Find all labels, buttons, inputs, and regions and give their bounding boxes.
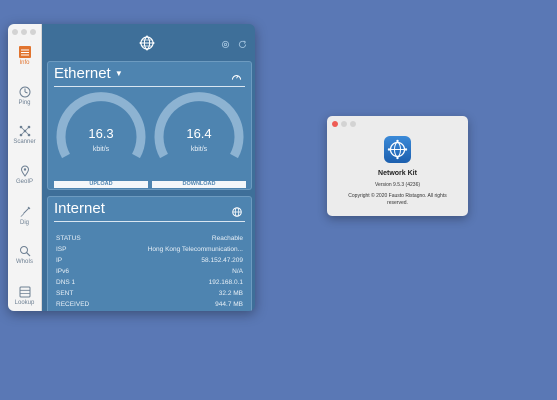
stat-value: Reachable (211, 235, 243, 242)
close-button[interactable] (12, 29, 18, 35)
app-version: Version 9.5.3 (4236) (374, 182, 421, 188)
sidebar-item-label: Dig (19, 220, 29, 226)
settings-icon[interactable] (221, 40, 230, 49)
minimize-button[interactable] (21, 29, 27, 35)
location-pin-icon (20, 165, 29, 177)
sidebar: Info Ping Scanner GeoIP Dig WhoIs Lookup (8, 24, 42, 311)
stat-key: IPv6 (56, 268, 70, 275)
stat-key: SENT (56, 290, 74, 297)
network-kit-logo-icon (387, 139, 408, 160)
download-gauge: 16.4 kbit/s (152, 92, 246, 162)
upload-gauge: 16.3 kbit/s (54, 92, 148, 162)
zoom-button[interactable] (350, 121, 356, 127)
stat-key: DNS 1 (56, 279, 76, 286)
upload-speed-value: 16.3 (88, 126, 114, 141)
download-speed-unit: kbit/s (190, 146, 208, 153)
app-icon (384, 136, 411, 163)
stat-key: IP (56, 257, 63, 264)
info-icon (18, 46, 31, 58)
sidebar-item-info[interactable]: Info (8, 46, 41, 67)
copyright-text: Copyright © 2020 Fausto Ristagno. All ri… (348, 193, 447, 206)
main-content: Ethernet ▼ 16.3 kbit/s 16.4 kbit/s UPLOA… (42, 24, 255, 311)
about-window: Network Kit Version 9.5.3 (4236) Copyrig… (327, 116, 468, 216)
sidebar-item-whois[interactable]: WhoIs (8, 245, 41, 266)
upload-speed-unit: kbit/s (92, 146, 110, 153)
shovel-icon (20, 206, 30, 217)
stat-value: 944.7 MB (215, 301, 243, 308)
chevron-down-icon: ▼ (114, 69, 123, 78)
window-controls (332, 121, 356, 127)
stat-row-ipv6: IPv6 N/A (56, 267, 243, 277)
stat-row-isp: ISP Hong Kong Telecommunication... (56, 245, 243, 255)
sidebar-item-geoip[interactable]: GeoIP (8, 165, 41, 186)
download-speed-value: 16.4 (186, 126, 212, 141)
sidebar-item-label: GeoIP (15, 179, 33, 185)
stat-key: ISP (56, 246, 67, 253)
sidebar-item-label: Lookup (14, 300, 35, 306)
divider (54, 221, 245, 222)
sidebar-item-dig[interactable]: Dig (8, 206, 41, 227)
stat-value: Hong Kong Telecommunication... (147, 246, 243, 253)
lookup-icon (19, 286, 30, 298)
scanner-icon (19, 125, 30, 137)
network-kit-logo-icon (139, 35, 155, 51)
upload-label: UPLOAD (54, 181, 148, 188)
stat-value: 192.168.0.1 (208, 279, 243, 286)
download-label: DOWNLOAD (152, 181, 246, 188)
close-button[interactable] (332, 121, 338, 127)
sidebar-item-label: Scanner (13, 139, 36, 145)
speedometer-icon[interactable] (231, 72, 242, 81)
stat-row-sent: SENT 32.2 MB (56, 289, 243, 299)
stat-row-dns1: DNS 1 192.168.0.1 (56, 278, 243, 288)
ping-icon (19, 86, 30, 98)
stat-key: RECEIVED (56, 301, 90, 308)
zoom-button[interactable] (30, 29, 36, 35)
sidebar-item-ping[interactable]: Ping (8, 86, 41, 107)
globe-icon[interactable] (232, 207, 242, 217)
divider (54, 86, 245, 87)
internet-card: Internet STATUS Reachable ISP Hong Kong … (47, 196, 252, 311)
stat-value: N/A (232, 268, 243, 275)
stat-key: STATUS (56, 235, 81, 242)
network-kit-main-window: Info Ping Scanner GeoIP Dig WhoIs Lookup… (8, 24, 255, 311)
magnifier-icon (19, 246, 30, 257)
sidebar-item-label: Ping (18, 100, 31, 106)
stat-row-status: STATUS Reachable (56, 234, 243, 244)
stat-value: 58.152.47.209 (201, 257, 243, 264)
sidebar-item-lookup[interactable]: Lookup (8, 286, 41, 307)
ethernet-title[interactable]: Ethernet ▼ (54, 65, 123, 82)
stat-value: 32.2 MB (218, 290, 243, 297)
sidebar-item-label: Info (19, 60, 30, 66)
ethernet-card: Ethernet ▼ 16.3 kbit/s 16.4 kbit/s UPLOA… (47, 61, 252, 190)
minimize-button[interactable] (341, 121, 347, 127)
sidebar-item-label: WhoIs (15, 259, 33, 265)
sidebar-item-scanner[interactable]: Scanner (8, 125, 41, 146)
stat-row-ip: IP 58.152.47.209 (56, 256, 243, 266)
window-controls (12, 29, 36, 35)
stat-row-received: RECEIVED 944.7 MB (56, 300, 243, 310)
refresh-icon[interactable] (238, 40, 247, 49)
app-name: Network Kit (378, 170, 417, 177)
internet-title: Internet (54, 200, 105, 217)
